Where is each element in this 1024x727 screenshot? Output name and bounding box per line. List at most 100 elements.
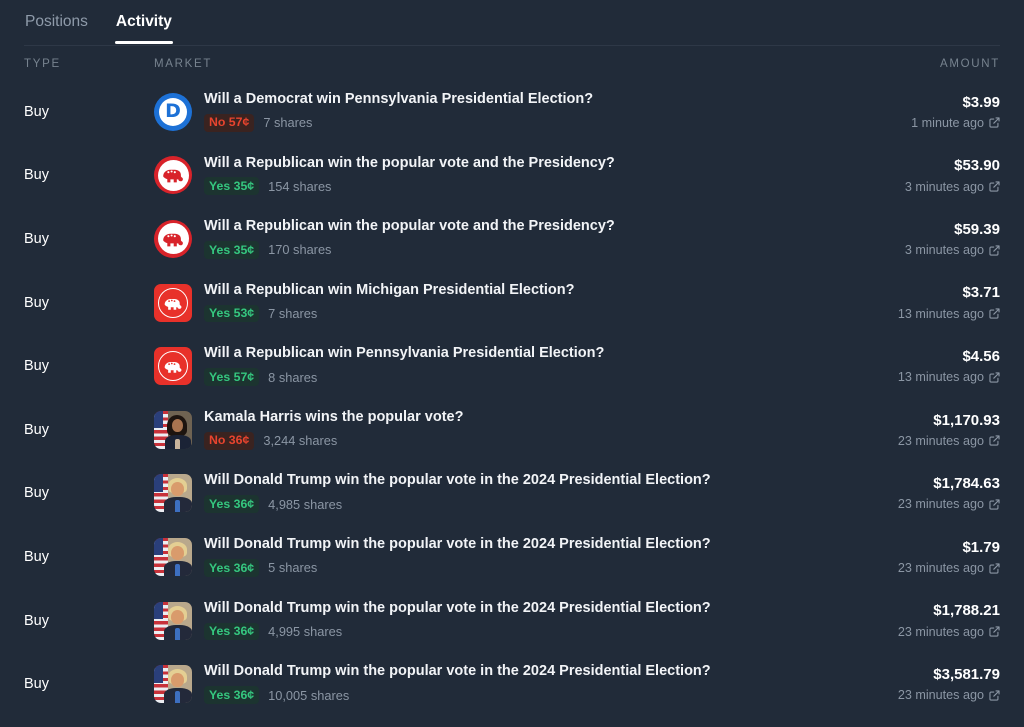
external-link-icon[interactable] [989, 626, 1000, 637]
column-header-type: TYPE [24, 58, 61, 70]
external-link-icon[interactable] [989, 690, 1000, 701]
outcome-badge: Yes 36¢ [204, 495, 260, 514]
timestamp: 1 minute ago [911, 115, 984, 130]
donald-trump-avatar [154, 601, 192, 640]
market-title[interactable]: Will Donald Trump win the popular vote i… [204, 536, 711, 553]
table-row[interactable]: Buy Will a Republican win Pennsylvania Pr… [0, 334, 1024, 398]
amount-cell: $3.99 1 minute ago [800, 94, 1000, 130]
external-link-icon[interactable] [989, 499, 1000, 510]
amount-cell: $53.90 3 minutes ago [800, 157, 1000, 193]
amount-value: $1.79 [962, 538, 1000, 556]
donald-trump-avatar [154, 474, 192, 513]
market-title[interactable]: Will a Republican win the popular vote a… [204, 218, 615, 235]
outcome-badge: Yes 53¢ [204, 304, 260, 323]
timestamp: 23 minutes ago [897, 497, 984, 512]
amount-cell: $1,170.93 23 minutes ago [800, 412, 1000, 448]
market-cell[interactable]: Will a Republican win Pennsylvania Presi… [142, 345, 800, 387]
table-row[interactable]: Buy D Will a Democrat win Pennsylvania Pre… [0, 80, 1024, 144]
table-row[interactable]: Buy Will a Republican win the popular vot… [0, 207, 1024, 271]
republican-logo-icon [154, 347, 192, 386]
outcome-badge: No 57¢ [204, 113, 255, 132]
outcome-badge: Yes 36¢ [204, 622, 260, 641]
shares-count: 10,005 shares [268, 687, 350, 703]
tab-bar-divider [24, 45, 1000, 46]
table-row[interactable]: Buy Will a Republican win the popular vot… [0, 144, 1024, 208]
amount-cell: $3,581.79 23 minutes ago [800, 666, 1000, 702]
amount-value: $4.56 [962, 348, 1000, 366]
external-link-icon[interactable] [989, 308, 1000, 319]
market-cell[interactable]: Will Donald Trump win the popular vote i… [142, 663, 800, 704]
market-cell[interactable]: Will a Republican win Michigan President… [142, 282, 800, 323]
market-title[interactable]: Will a Republican win Michigan President… [204, 282, 575, 299]
market-title[interactable]: Kamala Harris wins the popular vote? [204, 409, 463, 426]
tab-positions[interactable]: Positions [24, 0, 89, 43]
market-cell[interactable]: Will Donald Trump win the popular vote i… [142, 536, 800, 577]
table-row[interactable]: Buy Will Donald Trump win the popular vot… [0, 462, 1024, 526]
shares-count: 5 shares [268, 560, 318, 576]
external-link-icon[interactable] [989, 245, 1000, 256]
table-row[interactable]: Buy Will Donald Trump win the popular vot… [0, 525, 1024, 589]
timestamp-row: 1 minute ago [808, 116, 1000, 130]
column-header-amount: AMOUNT [939, 58, 1000, 70]
table-row[interactable]: Buy Will a Republican win Michigan Presid… [0, 271, 1024, 335]
amount-cell: $1,788.21 23 minutes ago [800, 602, 1000, 638]
market-cell[interactable]: D Will a Democrat win Pennsylvania Presid… [142, 91, 800, 132]
external-link-icon[interactable] [989, 117, 1000, 129]
activity-type: Buy [24, 103, 49, 120]
outcome-badge: Yes 35¢ [204, 241, 260, 259]
market-cell[interactable]: Will Donald Trump win the popular vote i… [142, 473, 800, 514]
market-title[interactable]: Will a Republican win the popular vote a… [204, 155, 615, 172]
timestamp: 3 minutes ago [904, 243, 984, 258]
external-link-icon[interactable] [989, 562, 1000, 574]
amount-value: $1,170.93 [933, 411, 1000, 429]
activity-table: Buy D Will a Democrat win Pennsylvania Pre… [0, 80, 1024, 716]
market-cell[interactable]: Will a Republican win the popular vote a… [142, 218, 800, 259]
outcome-badge: Yes 36¢ [204, 686, 260, 704]
table-row[interactable]: Buy Kamala Harris wins the popular vote? N… [0, 398, 1024, 462]
timestamp-row: 13 minutes ago [808, 370, 1000, 384]
market-title[interactable]: Will Donald Trump win the popular vote i… [204, 473, 711, 489]
tab-bar: Positions Activity [0, 0, 1024, 46]
external-link-icon[interactable] [989, 435, 1000, 446]
market-cell[interactable]: Kamala Harris wins the popular vote? No 3… [142, 409, 800, 450]
timestamp-row: 3 minutes ago [808, 180, 1000, 194]
external-link-icon[interactable] [989, 372, 1000, 383]
outcome-badge: Yes 36¢ [204, 559, 260, 577]
timestamp: 23 minutes ago [897, 624, 984, 639]
amount-cell: $59.39 3 minutes ago [800, 221, 1000, 257]
shares-count: 4,995 shares [268, 624, 343, 639]
amount-value: $53.90 [954, 157, 1000, 175]
market-cell[interactable]: Will a Republican win the popular vote a… [142, 155, 800, 196]
market-title[interactable]: Will a Democrat win Pennsylvania Preside… [204, 91, 593, 108]
tab-activity[interactable]: Activity [114, 0, 173, 43]
table-row[interactable]: Buy Will Donald Trump win the popular vot… [0, 652, 1024, 716]
amount-cell: $1,784.63 23 minutes ago [800, 475, 1000, 511]
timestamp: 13 minutes ago [897, 306, 984, 321]
kamala-harris-avatar [154, 410, 192, 449]
timestamp-row: 23 minutes ago [808, 497, 1000, 511]
market-cell[interactable]: Will Donald Trump win the popular vote i… [142, 600, 800, 641]
amount-value: $1,784.63 [933, 475, 1000, 493]
shares-count: 8 shares [268, 369, 318, 385]
table-row[interactable]: Buy Will Donald Trump win the popular vot… [0, 589, 1024, 653]
timestamp-row: 23 minutes ago [808, 625, 1000, 639]
market-title[interactable]: Will a Republican win Pennsylvania Presi… [204, 345, 604, 362]
outcome-badge: No 36¢ [204, 431, 255, 450]
activity-type: Buy [24, 548, 49, 565]
external-link-icon[interactable] [989, 181, 1000, 192]
timestamp: 13 minutes ago [897, 370, 984, 385]
activity-type: Buy [24, 421, 49, 438]
timestamp-row: 23 minutes ago [808, 688, 1000, 702]
shares-count: 170 shares [268, 242, 332, 258]
activity-type: Buy [24, 167, 49, 184]
shares-count: 7 shares [268, 306, 318, 322]
market-title[interactable]: Will Donald Trump win the popular vote i… [204, 600, 711, 617]
market-title[interactable]: Will Donald Trump win the popular vote i… [204, 663, 711, 680]
donald-trump-avatar [154, 537, 192, 576]
activity-type: Buy [24, 294, 49, 311]
timestamp: 23 minutes ago [897, 433, 984, 448]
activity-type: Buy [24, 485, 49, 502]
republican-logo-icon [154, 283, 192, 322]
amount-cell: $4.56 13 minutes ago [800, 348, 1000, 384]
shares-count: 4,985 shares [268, 496, 343, 512]
